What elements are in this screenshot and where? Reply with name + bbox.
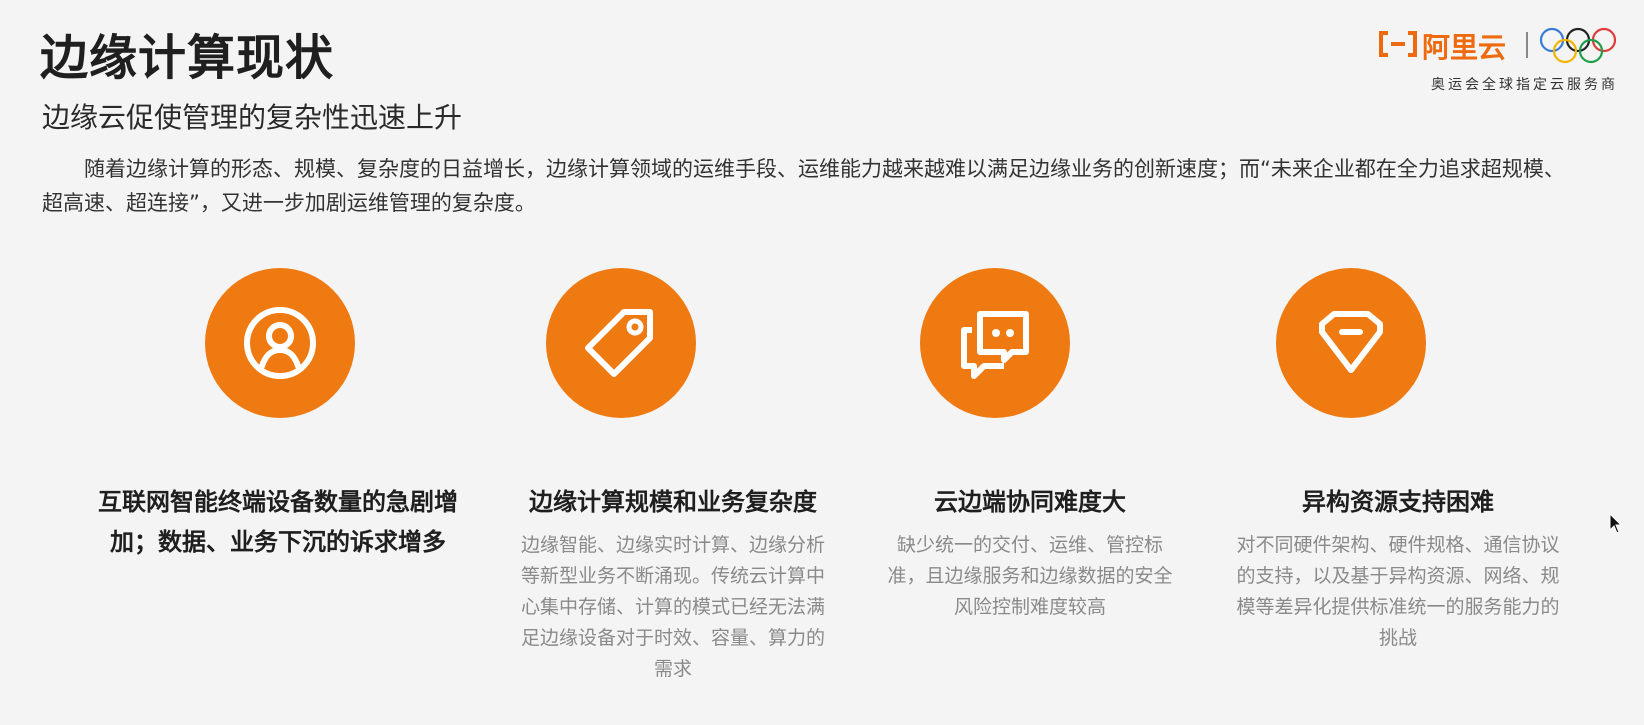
- olympic-rings-icon: [1539, 27, 1617, 64]
- slide-subtitle: 边缘云促使管理的复杂性迅速上升: [42, 101, 463, 134]
- slide-title: 边缘计算现状: [40, 30, 335, 86]
- card-icon-circle: [1276, 268, 1426, 418]
- aliyun-logo-icon: [1379, 31, 1417, 57]
- brand-logo: 阿里云 奥运会全球指定云服务商: [1378, 26, 1618, 96]
- card-icon-circle: [920, 268, 1070, 418]
- logo-name: 阿里云: [1422, 31, 1507, 64]
- chat-icon: [961, 311, 1029, 379]
- tag-icon: [585, 309, 653, 377]
- logo-separator: [1526, 32, 1528, 58]
- card-title: 边缘计算规模和业务复杂度: [529, 488, 817, 516]
- card-description: 对不同硬件架构、硬件规格、通信协议的支持，以及基于异构资源、网络、规模等差异化提…: [1236, 534, 1560, 649]
- gem-icon: [1319, 311, 1383, 373]
- logo-tagline: 奥运会全球指定云服务商: [1431, 77, 1618, 93]
- card-icon-circle: [546, 268, 696, 418]
- card-title: 云边端协同难度大: [934, 488, 1126, 516]
- card-icon-circle: [205, 268, 355, 418]
- mouse-cursor-icon: [1609, 513, 1623, 534]
- intro-paragraph: 随着边缘计算的形态、规模、复杂度的日益增长，边缘计算领域的运维手段、运维能力越来…: [42, 157, 1565, 215]
- user-icon: [244, 307, 316, 379]
- card-description: 缺少统一的交付、运维、管控标准，且边缘服务和边缘数据的安全风险控制难度较高: [887, 534, 1173, 618]
- card-title: 互联网智能终端设备数量的急剧增加；数据、业务下沉的诉求增多: [98, 488, 458, 556]
- card-description: 边缘智能、边缘实时计算、边缘分析等新型业务不断涌现。传统云计算中心集中存储、计算…: [520, 534, 825, 680]
- card-title: 异构资源支持困难: [1302, 488, 1494, 516]
